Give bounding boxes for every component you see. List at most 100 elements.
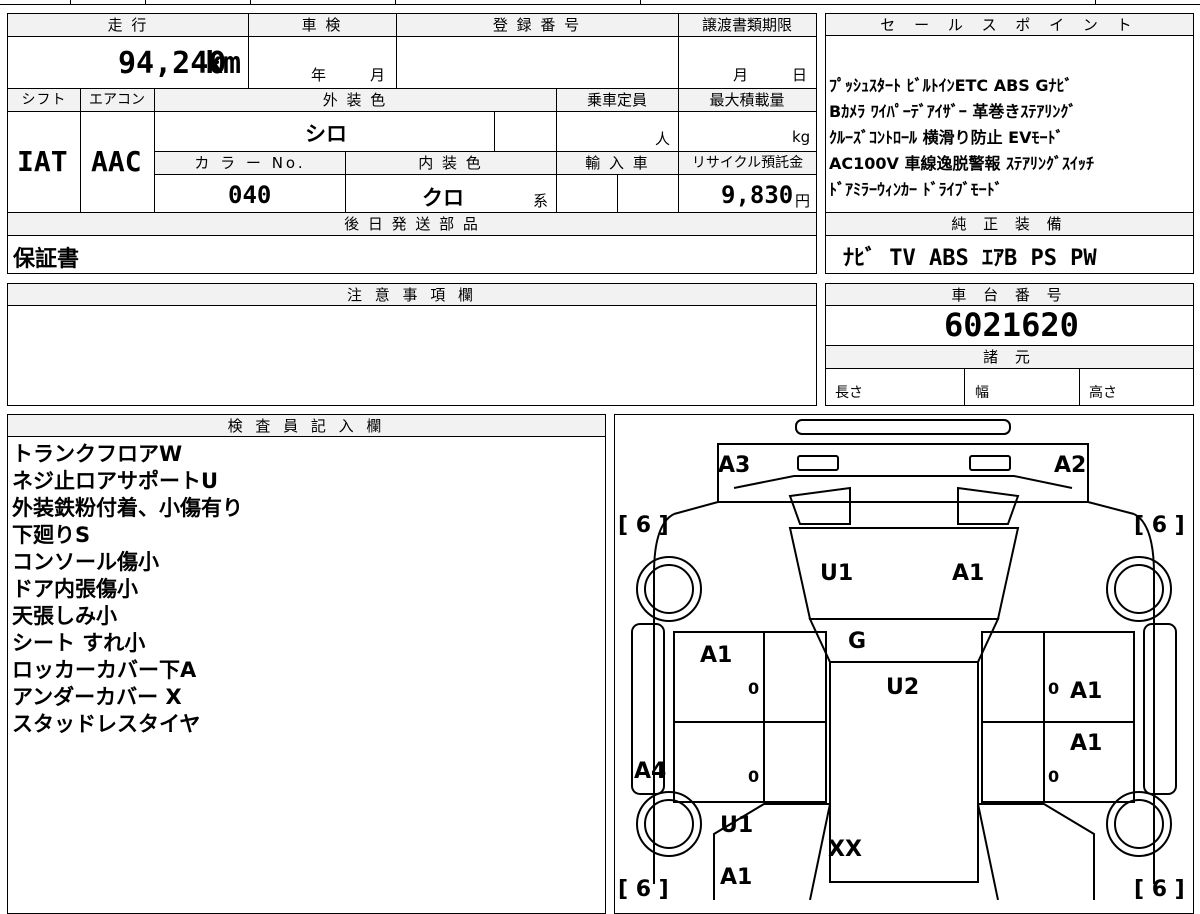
- transfer-deadline-header: 譲渡書類期限: [678, 14, 816, 36]
- tire-front-right-label: [ 6 ]: [1134, 513, 1185, 538]
- max-load-header: 最大積載量: [678, 89, 816, 111]
- hood-right-edge: [977, 803, 999, 900]
- notes-header: 注 意 事 項 欄: [8, 284, 816, 306]
- tire-rear-right-label: [ 6 ]: [1134, 877, 1185, 900]
- chassis-header: 車 台 番 号: [826, 284, 1193, 306]
- col-divider: [1079, 368, 1080, 406]
- col-divider: [678, 13, 679, 88]
- damage-right-rear-door: A1: [1070, 679, 1102, 704]
- damage-trunk-right: A1: [952, 561, 984, 586]
- specs-header: 諸 元: [826, 346, 1193, 368]
- shift-header: シフト: [8, 89, 80, 111]
- sales-point-line: AC100V 車線逸脱警報 ｽﾃｱﾘﾝｸﾞｽｲｯﾁ: [829, 154, 1095, 173]
- capacity-header: 乗車定員: [556, 89, 678, 111]
- inspector-remark: 外装鉄粉付着、小傷有り: [12, 496, 243, 520]
- zero-mark: 0: [1048, 679, 1059, 698]
- recycle-header: リサイクル預託金: [679, 152, 816, 174]
- aircon-header: エアコン: [80, 89, 154, 111]
- inspection-month-label: 月: [370, 66, 386, 84]
- col-divider: [964, 368, 965, 406]
- transfer-month-label: 月: [733, 66, 749, 84]
- inspector-remark: コンソール傷小: [12, 550, 159, 574]
- right-rocker: [1143, 623, 1177, 795]
- left-rear-door: [673, 631, 827, 723]
- recycle-unit: 円: [795, 192, 811, 210]
- zero-mark: 0: [1048, 767, 1059, 786]
- inspector-header: 検 査 員 記 入 欄: [8, 415, 605, 437]
- col-divider: [248, 13, 249, 88]
- rear-quarter-right: [957, 486, 1020, 525]
- hood-left-edge: [809, 803, 831, 900]
- inspector-remark: ネジ止ロアサポートU: [12, 469, 219, 493]
- row-divider: [825, 235, 1194, 236]
- inspection-header: 車 検: [248, 14, 396, 36]
- row-divider: [7, 235, 817, 236]
- damage-rear-right-corner: A2: [1054, 453, 1086, 478]
- top-edge-divider: [640, 0, 641, 4]
- import-header: 輸 入 車: [557, 152, 678, 174]
- inspector-remark: シート すれ小: [12, 631, 146, 655]
- right-front-door: [981, 721, 1135, 803]
- zero-mark: 0: [748, 679, 759, 698]
- col-divider: [345, 151, 346, 212]
- col-divider: [154, 88, 155, 212]
- chassis-number-value: 6021620: [944, 306, 1079, 344]
- top-edge-divider: [1095, 0, 1096, 4]
- sales-point-line: ﾄﾞｱﾐﾗｰｳｨﾝｶｰ ﾄﾞﾗｲﾌﾞﾓｰﾄﾞ: [829, 180, 1003, 199]
- shift-value: IAT: [17, 145, 68, 178]
- mileage-unit: km: [205, 46, 242, 81]
- recycle-value: 9,830: [721, 181, 794, 209]
- top-edge-divider: [145, 0, 146, 4]
- spec-width-label: 幅: [975, 385, 989, 401]
- zero-mark: 0: [748, 767, 759, 786]
- spec-length-label: 長さ: [835, 385, 863, 401]
- exterior-color-header: 外 装 色: [154, 89, 556, 111]
- col-divider: [617, 174, 618, 212]
- trunk-crease: [733, 475, 1073, 489]
- genuine-equipment-value: ﾅﾋﾞ TV ABS ｴｱB PS PW: [843, 246, 1097, 271]
- later-parts-header: 後 日 発 送 部 品: [8, 213, 816, 235]
- rear-right-wheel: [1106, 556, 1172, 622]
- rear-left-wheel: [636, 556, 702, 622]
- rear-glass: [808, 618, 1000, 663]
- mileage-header: 走 行: [8, 14, 248, 36]
- inspector-remarks-list: トランクフロアW ネジ止ロアサポートU 外装鉄粉付着、小傷有り 下廻りS コンソ…: [12, 441, 243, 738]
- row-divider: [7, 111, 817, 112]
- capacity-unit: 人: [655, 130, 671, 148]
- damage-front-left-fender-u: U1: [720, 813, 753, 838]
- interior-color-suffix: 系: [533, 192, 549, 210]
- damage-roof: U2: [886, 675, 919, 700]
- tire-rear-left-label: [ 6 ]: [618, 877, 669, 900]
- inspector-remark: 天張しみ小: [12, 604, 117, 628]
- spec-height-label: 高さ: [1089, 385, 1117, 401]
- interior-color-value: クロ: [422, 186, 464, 210]
- damage-trunk-left: U1: [820, 561, 853, 586]
- genuine-equipment-header: 純 正 装 備: [826, 213, 1193, 235]
- trunk-outline: [717, 443, 1089, 503]
- inspector-remark: トランクフロアW: [12, 442, 183, 466]
- top-edge-divider: [395, 0, 396, 4]
- color-no-header: カ ラ ー No.: [155, 152, 345, 174]
- right-rear-door: [981, 631, 1135, 723]
- inspector-remark: 下廻りS: [12, 523, 91, 547]
- top-edge-line: [0, 4, 1200, 5]
- inspector-remark: ドア内張傷小: [12, 577, 138, 601]
- col-divider: [494, 111, 495, 151]
- car-damage-diagram: [ 6 ] [ 6 ] [ 6 ] [ 6 ] A3 A2 U1 A1 G U2…: [618, 419, 1185, 900]
- col-divider: [678, 88, 679, 212]
- damage-left-rear-door: A1: [700, 643, 732, 668]
- row-divider: [825, 368, 1194, 369]
- inspector-remark: スタッドレスタイヤ: [12, 712, 201, 736]
- col-divider: [396, 13, 397, 88]
- registration-header: 登 録 番 号: [396, 14, 678, 36]
- sales-point-line: Bｶﾒﾗ ﾜｲﾊﾟｰﾃﾞｱｲｻﾞｰ 革巻きｽﾃｱﾘﾝｸﾞ: [829, 102, 1077, 121]
- later-parts-value: 保証書: [13, 247, 80, 272]
- damage-rear-left-corner: A3: [718, 453, 750, 478]
- rear-light-left: [797, 455, 839, 471]
- sales-point-line: ｸﾙｰｽﾞｺﾝﾄﾛｰﾙ 横滑り防止 EVﾓｰﾄﾞ: [829, 128, 1064, 147]
- color-no-value: 040: [228, 181, 272, 209]
- tire-front-left-label: [ 6 ]: [618, 513, 669, 538]
- left-shoulder: [673, 501, 719, 515]
- sales-point-line: ﾌﾟｯｼｭｽﾀｰﾄ ﾋﾞﾙﾄｲﾝETC ABS Gﾅﾋﾞ: [829, 76, 1073, 95]
- rear-light-right: [969, 455, 1011, 471]
